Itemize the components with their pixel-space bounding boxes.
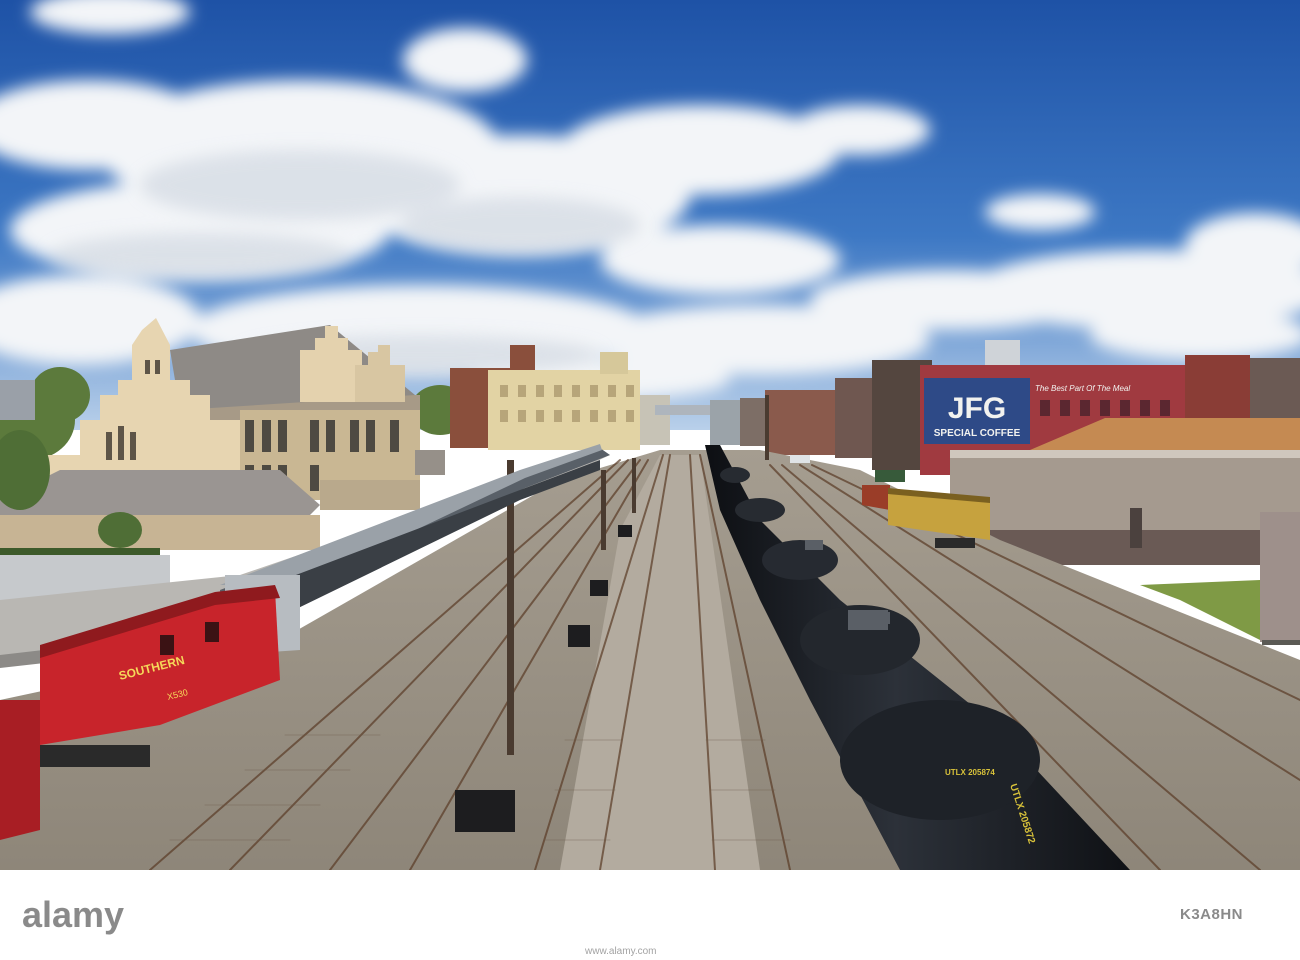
tank-car-id: UTLX 205874	[945, 768, 995, 777]
image-id-text: K3A8HN	[1180, 906, 1244, 923]
alamy-logo-text: alamy	[22, 894, 124, 935]
site-url-text: www.alamy.com	[585, 946, 657, 957]
alamy-logo: alamy	[22, 893, 140, 939]
photo: JFG SPECIAL COFFEE The Best Part Of The …	[0, 0, 1300, 870]
photo-canvas: JFG SPECIAL COFFEE The Best Part Of The …	[0, 0, 1300, 870]
billboard-logo: JFG	[948, 392, 1006, 425]
billboard-slogan: The Best Part Of The Meal	[1035, 384, 1130, 393]
billboard-text: SPECIAL COFFEE	[934, 428, 1021, 439]
image-id: K3A8HN	[1180, 897, 1290, 937]
site-url: www.alamy.com	[585, 941, 715, 957]
